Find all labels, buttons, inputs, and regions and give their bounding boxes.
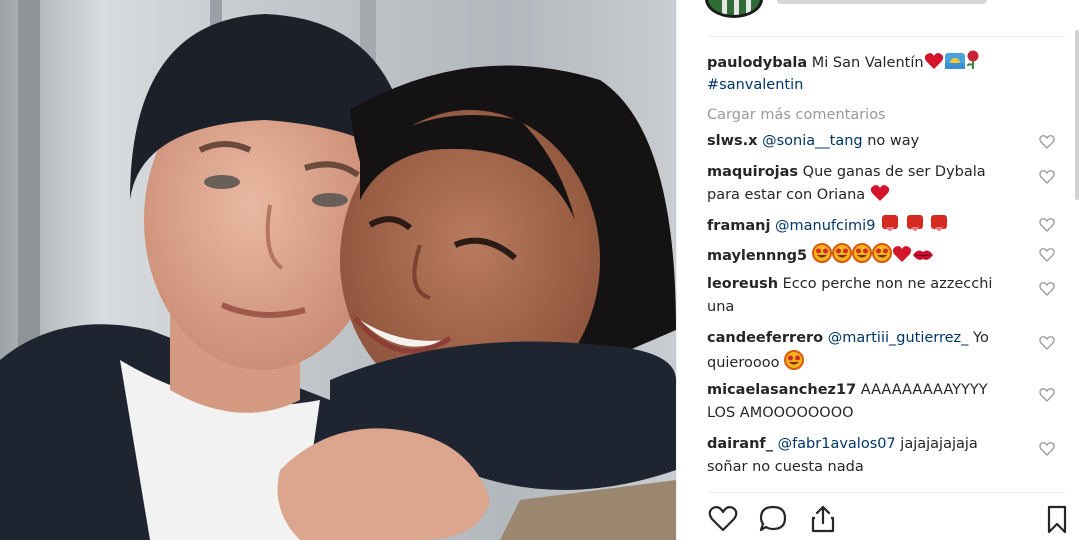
- comment-item: leoreush Ecco perche non ne azzecchi una: [707, 273, 1055, 327]
- comment-like-heart-icon[interactable]: [1039, 335, 1055, 351]
- selfie-photo-image: [0, 0, 676, 540]
- header-avatar[interactable]: [705, 0, 763, 18]
- comment-username[interactable]: micaelasanchez17: [707, 382, 856, 398]
- tongue-emoji: [905, 213, 925, 233]
- header-username-placeholder[interactable]: [777, 0, 987, 4]
- star-eyes-emoji: [831, 243, 852, 263]
- star-eyes-emoji: [784, 350, 805, 370]
- post-sidebar: paulodybala Mi San Valentín #sanvalentin…: [676, 0, 1080, 540]
- actions-divider: [707, 492, 1066, 493]
- comments-scrollbar[interactable]: [1075, 30, 1079, 200]
- bookmark-icon[interactable]: [1041, 503, 1073, 535]
- comment-item: maylennng5: [707, 243, 1055, 273]
- comment-like-heart-icon[interactable]: [1039, 441, 1055, 457]
- comment-item: micaelasanchez17 AAAAAAAAAYYYY LOS AMOOO…: [707, 379, 1055, 433]
- comment-username[interactable]: leoreush: [707, 276, 778, 292]
- comment-text: no way: [862, 133, 920, 149]
- comment-username[interactable]: candeeferrero: [707, 330, 823, 346]
- header-divider: [707, 36, 1066, 37]
- comment-item: dairanf_ @fabr1avalos07 jajajajajaja soñ…: [707, 433, 1055, 481]
- comments-list: paulodybala Mi San Valentín #sanvalentin…: [707, 50, 1055, 481]
- comment-item: candeeferrero @martiii_gutierrez_ Yo qui…: [707, 327, 1055, 379]
- rose-emoji: [966, 50, 980, 70]
- kiss-lips-emoji: [912, 247, 934, 263]
- tongue-emoji: [880, 213, 900, 233]
- comment-item: framanj @manufcimi9: [707, 213, 1055, 243]
- comment-like-heart-icon[interactable]: [1039, 134, 1055, 150]
- comment-mention[interactable]: @manufcimi9: [775, 218, 875, 234]
- comment-username[interactable]: framanj: [707, 218, 770, 234]
- caption-text: Mi San Valentín: [811, 55, 924, 71]
- star-eyes-emoji: [851, 243, 872, 263]
- comment-username[interactable]: maquirojas: [707, 164, 798, 180]
- comment-bubble-icon[interactable]: [757, 503, 789, 535]
- comment-username[interactable]: maylennng5: [707, 248, 807, 264]
- sunrise-emoji: [944, 52, 966, 70]
- comment-item: maquirojas Que ganas de ser Dybala para …: [707, 161, 1055, 213]
- comment-like-heart-icon[interactable]: [1039, 169, 1055, 185]
- comment-item: slws.x @sonia__tang no way: [707, 130, 1055, 161]
- heart-emoji: [870, 184, 890, 202]
- heart-emoji: [924, 52, 944, 70]
- comment-mention[interactable]: @martiii_gutierrez_: [828, 330, 969, 346]
- comment-like-heart-icon[interactable]: [1039, 247, 1055, 263]
- star-eyes-emoji: [871, 243, 892, 263]
- post-header: [677, 0, 1080, 34]
- tongue-emoji: [929, 213, 949, 233]
- comment-mention[interactable]: @fabr1avalos07: [778, 436, 896, 452]
- caption-hashtag[interactable]: #sanvalentin: [707, 77, 803, 93]
- share-upload-icon[interactable]: [807, 503, 839, 535]
- heart-outline-icon[interactable]: [707, 503, 739, 535]
- post-photo[interactable]: [0, 0, 676, 540]
- load-more-comments-link[interactable]: Cargar más comentarios: [707, 98, 1055, 132]
- comment-like-heart-icon[interactable]: [1039, 281, 1055, 297]
- caption-username[interactable]: paulodybala: [707, 55, 807, 71]
- post-caption: paulodybala Mi San Valentín #sanvalentin: [707, 50, 1055, 98]
- star-eyes-emoji: [811, 243, 832, 263]
- comment-username[interactable]: dairanf_: [707, 436, 773, 452]
- comment-like-heart-icon[interactable]: [1039, 387, 1055, 403]
- post-actions-bar: [707, 503, 1067, 535]
- heart-emoji: [892, 245, 912, 263]
- comment-mention[interactable]: @sonia__tang: [762, 133, 863, 149]
- comment-username[interactable]: slws.x: [707, 133, 758, 149]
- comment-like-heart-icon[interactable]: [1039, 217, 1055, 233]
